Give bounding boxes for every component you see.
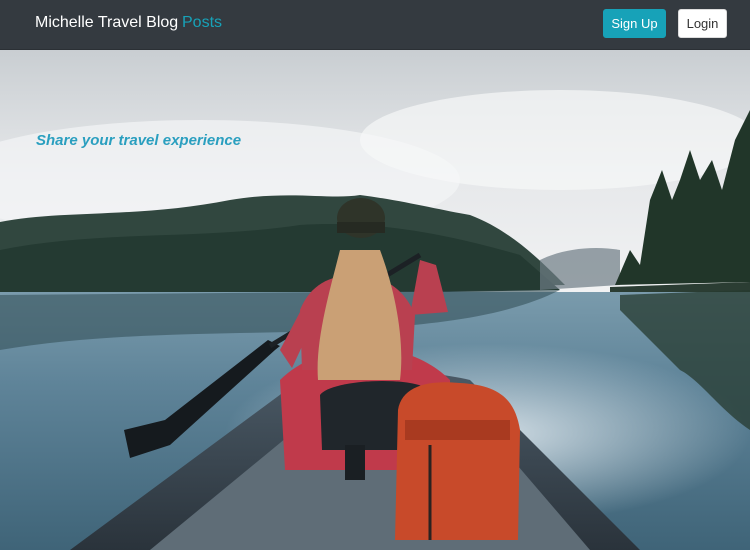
brand-link[interactable]: Michelle Travel Blog [35, 14, 178, 32]
top-navbar: Michelle Travel Blog Posts Sign Up Login [0, 0, 750, 50]
nav-posts-link[interactable]: Posts [182, 14, 222, 32]
hero-image: Share your travel experience [0, 50, 750, 550]
hero-photo [0, 50, 750, 550]
login-button[interactable]: Login [678, 9, 727, 38]
signup-button[interactable]: Sign Up [603, 9, 666, 38]
hero-tagline: Share your travel experience [36, 132, 242, 149]
